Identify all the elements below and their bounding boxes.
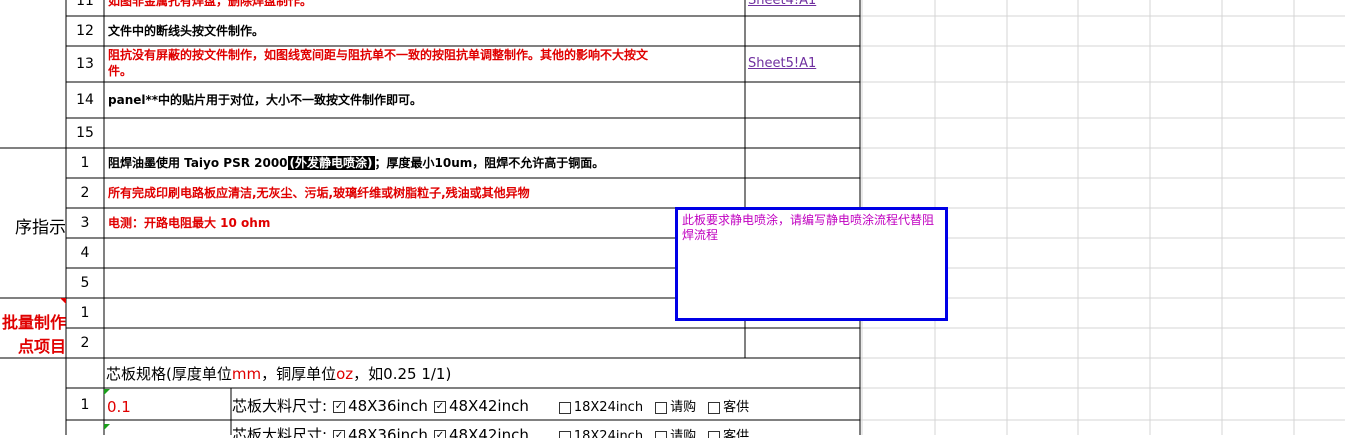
row-text[interactable]: 电测：开路电阻最大 10 ohm (104, 208, 744, 238)
size-option[interactable]: ✓48X42inch (432, 426, 529, 438)
row-number: 11 (66, 0, 104, 16)
checkbox-icon[interactable] (559, 431, 571, 438)
row-text[interactable] (104, 268, 744, 298)
size-option-label: 请购 (670, 429, 696, 438)
section-label-process: 序指示 (0, 213, 66, 238)
row-number: 4 (66, 238, 104, 268)
row-number: 12 (66, 16, 104, 46)
row-text[interactable]: 阻焊油墨使用 Taiyo PSR 2000(外发静电喷涂)；厚度最小10um，阻… (104, 148, 744, 178)
checkbox-icon[interactable]: ✓ (434, 430, 446, 438)
size-option[interactable]: ✓48X36inch (331, 426, 428, 438)
core-row-number: 1 (66, 390, 104, 420)
core-thickness-value[interactable]: 0.1 (104, 390, 230, 420)
row-text-line2: 件。 (108, 63, 744, 79)
size-option-label: 18X24inch (574, 400, 643, 415)
section-label-batch: 批量制作 点项目 (0, 309, 66, 357)
core-size-row-next: 芯板大料尺寸:✓48X36inch✓48X42inch18X24inch请购客供 (232, 424, 860, 438)
row-number: 14 (66, 82, 104, 118)
comment-indicator-marker (60, 298, 66, 304)
comment-text: 此板要求静电喷涂，请编写静电喷涂流程代替阻焊流程 (682, 213, 934, 242)
size-option[interactable]: 请购 (653, 429, 696, 438)
row-text-highlight: (外发静电喷涂) (288, 156, 375, 170)
size-option[interactable]: ✓48X42inch (432, 397, 529, 415)
core-header-mid: ，铜厚单位 (261, 365, 336, 383)
size-option[interactable]: 客供 (706, 429, 749, 438)
row-text[interactable]: 如图非金属孔有焊盘，删除焊盘制作。 (104, 0, 744, 16)
sheet-link (746, 118, 859, 148)
cell-marker-green (104, 389, 110, 395)
core-header-pre: 芯板规格(厚度单位 (106, 365, 232, 383)
core-size-label-next: 芯板大料尺寸: (232, 426, 327, 438)
row-number: 13 (66, 46, 104, 82)
size-option[interactable]: ✓48X36inch (331, 397, 428, 415)
row-text[interactable]: panel**中的贴片用于对位，大小不一致按文件制作即可。 (104, 82, 744, 118)
size-option-label: 请购 (670, 400, 696, 415)
sheet-link (746, 82, 859, 118)
core-size-row: 芯板大料尺寸:✓48X36inch✓48X42inch18X24inch请购客供 (232, 390, 860, 420)
row-text[interactable]: 文件中的断线头按文件制作。 (104, 16, 744, 46)
core-size-label: 芯板大料尺寸: (232, 397, 327, 415)
checkbox-icon[interactable] (559, 402, 571, 414)
section-label-batch-line2: 点项目 (0, 333, 66, 357)
size-option-label: 48X36inch (348, 426, 428, 438)
row-number: 2 (66, 178, 104, 208)
size-option-label: 客供 (723, 400, 749, 415)
cell-marker-green-2 (104, 424, 110, 430)
sheet-link[interactable]: Sheet5!A1 (746, 46, 859, 82)
checkbox-icon[interactable] (655, 402, 667, 414)
size-option[interactable]: 请购 (653, 400, 696, 415)
size-option-label: 客供 (723, 429, 749, 438)
checkbox-icon[interactable]: ✓ (434, 401, 446, 413)
checkbox-icon[interactable] (708, 402, 720, 414)
row-text[interactable]: 阻抗没有屏蔽的按文件制作，如图线宽间距与阻抗单不一致的按阻抗单调整制作。其他的影… (104, 46, 744, 82)
row-text-line1: 阻抗没有屏蔽的按文件制作，如图线宽间距与阻抗单不一致的按阻抗单调整制作。其他的影… (108, 47, 744, 63)
row-number: 5 (66, 268, 104, 298)
size-option-label: 48X36inch (348, 397, 428, 415)
size-option-label: 48X42inch (449, 426, 529, 438)
size-option[interactable]: 18X24inch (557, 429, 643, 438)
row-text[interactable] (104, 118, 744, 148)
checkbox-icon[interactable] (708, 431, 720, 438)
section-label-batch-line1: 批量制作 (0, 309, 66, 333)
size-option-label: 48X42inch (449, 397, 529, 415)
row-text[interactable]: 所有完成印刷电路板应清洁,无灰尘、污垢,玻璃纤维或树脂粒子,残油或其他异物 (104, 178, 744, 208)
row-text-pre: 阻焊油墨使用 Taiyo PSR 2000 (108, 156, 288, 170)
core-header-oz: oz (336, 365, 353, 383)
row-number: 15 (66, 118, 104, 148)
size-option[interactable]: 客供 (706, 400, 749, 415)
checkbox-icon[interactable]: ✓ (333, 430, 345, 438)
row-number: 1 (66, 298, 104, 328)
row-text[interactable] (104, 238, 744, 268)
size-option[interactable]: 18X24inch (557, 400, 643, 415)
checkbox-icon[interactable] (655, 431, 667, 438)
row-number: 1 (66, 148, 104, 178)
row-number: 2 (66, 328, 104, 358)
core-spec-header[interactable]: 芯板规格(厚度单位mm，铜厚单位oz，如0.25 1/1) (104, 360, 451, 388)
size-option-label: 18X24inch (574, 429, 643, 438)
checkbox-icon[interactable]: ✓ (333, 401, 345, 413)
sheet-link (746, 16, 859, 46)
cell-comment-box[interactable]: 此板要求静电喷涂，请编写静电喷涂流程代替阻焊流程 (675, 207, 948, 321)
row-text-post: ；厚度最小10um，阻焊不允许高于铜面。 (375, 156, 605, 170)
row-number: 3 (66, 208, 104, 238)
sheet-link[interactable]: Sheet4!A1 (746, 0, 859, 16)
core-header-mm: mm (232, 365, 261, 383)
core-header-post: ，如0.25 1/1) (353, 365, 451, 383)
